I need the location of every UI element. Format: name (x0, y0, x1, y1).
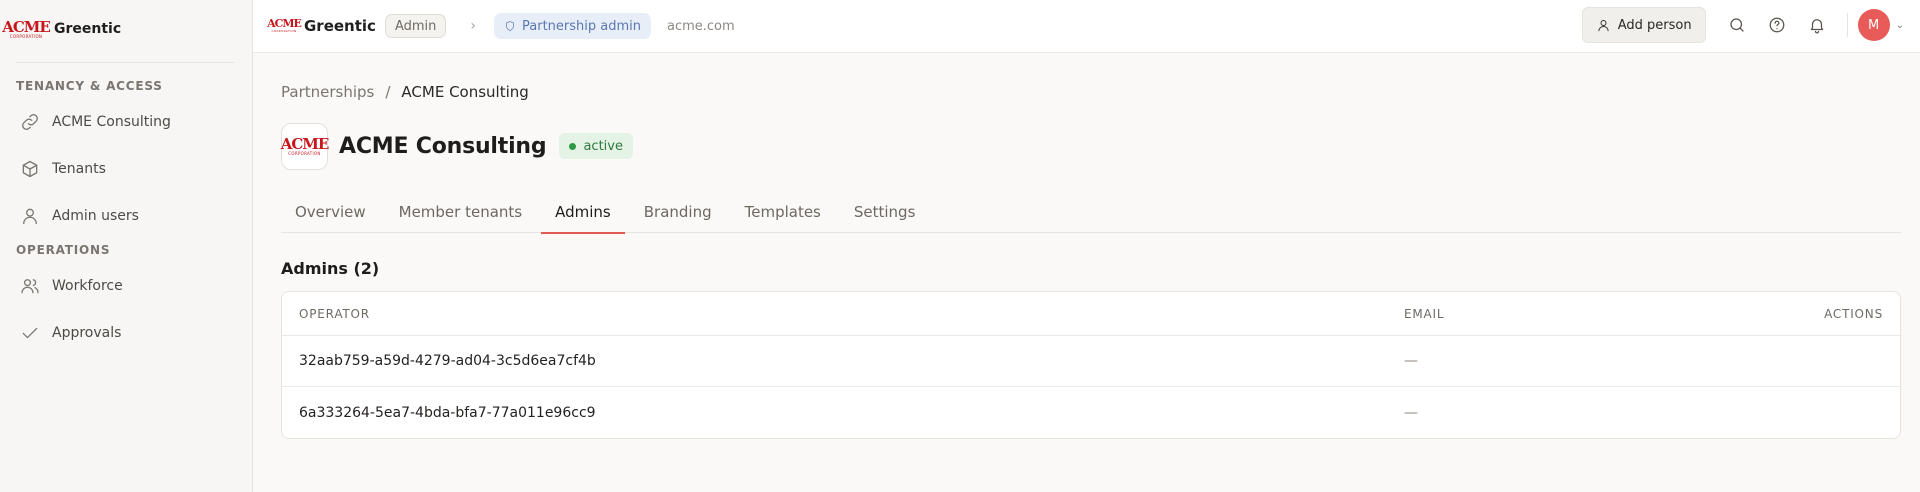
sidebar-item-label: Tenants (52, 161, 106, 177)
notifications-button[interactable] (1797, 7, 1837, 43)
users-icon (21, 279, 39, 294)
table-header: OPERATOR EMAIL ACTIONS (282, 292, 1900, 336)
shield-icon (506, 21, 514, 31)
search-button[interactable] (1717, 7, 1757, 43)
acme-logo: ACME CORPORATION (280, 134, 330, 156)
tab-settings[interactable]: Settings (840, 190, 930, 233)
partnership-admin-label: Partnership admin (522, 18, 641, 34)
avatar[interactable]: M (1857, 9, 1890, 41)
sidebar-brand[interactable]: ACME CORPORATION Greentic (0, 0, 252, 58)
bell-icon (1810, 19, 1823, 34)
tabs: Overview Member tenants Admins Branding … (281, 190, 1901, 234)
column-header-actions: ACTIONS (1824, 306, 1883, 321)
acme-logo: ACME CORPORATION (2, 17, 51, 39)
email-cell: — (1404, 404, 1418, 421)
topbar-divider (1846, 13, 1848, 37)
status-dot-icon (569, 142, 577, 150)
status-badge: active (559, 133, 633, 159)
sidebar-item-label: Admin users (52, 208, 139, 224)
table-row[interactable]: 32aab759-a59d-4279-ad04-3c5d6ea7cf4b — (282, 336, 1900, 387)
acme-logo: ACME CORPORATION (267, 17, 302, 33)
sidebar-item-admin-users[interactable]: Admin users (0, 196, 244, 236)
top-brand[interactable]: ACME CORPORATION Greentic (267, 17, 376, 35)
cube-icon (22, 160, 38, 178)
top-brand-name: Greentic (304, 17, 376, 35)
admins-section-title: Admins (2) (281, 259, 380, 278)
sidebar-item-approvals[interactable]: Approvals (0, 313, 244, 353)
sidebar-item-tenants[interactable]: Tenants (0, 149, 244, 189)
admins-table: OPERATOR EMAIL ACTIONS 32aab759-a59d-427… (281, 291, 1901, 439)
link-icon (22, 114, 38, 130)
check-icon (22, 327, 38, 339)
tab-templates[interactable]: Templates (731, 190, 835, 233)
partnership-admin-chip[interactable]: Partnership admin (494, 13, 651, 39)
user-icon (23, 208, 37, 225)
page-title: ACME Consulting (339, 133, 547, 159)
chevron-right-icon: › (470, 18, 476, 34)
user-icon (1598, 19, 1609, 31)
brand-name: Greentic (54, 21, 122, 37)
sidebar-item-workforce[interactable]: Workforce (0, 266, 244, 306)
sidebar-divider (16, 62, 234, 63)
main-content: Partnerships / ACME Consulting ACME CORP… (281, 53, 1901, 439)
tab-branding[interactable]: Branding (630, 190, 726, 233)
column-header-email: EMAIL (1404, 306, 1445, 321)
breadcrumb-current: ACME Consulting (401, 83, 529, 101)
sidebar-item-label: Approvals (52, 325, 122, 341)
domain-label: acme.com (667, 18, 735, 34)
chevron-down-icon[interactable]: ⌄ (1896, 20, 1904, 31)
partnership-logo: ACME CORPORATION (280, 122, 330, 170)
section-label-tenancy: TENANCY & ACCESS (16, 79, 163, 93)
status-label: active (583, 138, 623, 154)
admin-chip: Admin (384, 14, 447, 38)
top-actions: Add person M ⌄ (1581, 7, 1904, 43)
tab-admins[interactable]: Admins (541, 190, 625, 234)
sidebar-item-label: Workforce (52, 278, 123, 294)
operator-cell: 32aab759-a59d-4279-ad04-3c5d6ea7cf4b (299, 353, 596, 369)
tab-overview[interactable]: Overview (281, 190, 380, 233)
column-header-operator: OPERATOR (299, 306, 370, 321)
help-icon (1769, 17, 1784, 33)
search-icon (1729, 18, 1744, 32)
sidebar: ACME CORPORATION Greentic TENANCY & ACCE… (0, 0, 253, 492)
breadcrumb: Partnerships / ACME Consulting (281, 83, 1901, 101)
add-person-label: Add person (1617, 17, 1692, 33)
sidebar-item-acme-consulting[interactable]: ACME Consulting (0, 102, 244, 142)
email-cell: — (1404, 353, 1418, 369)
operator-cell: 6a333264-5ea7-4bda-bfa7-77a011e96cc9 (299, 404, 596, 421)
sidebar-item-label: ACME Consulting (52, 114, 171, 130)
breadcrumb-partnerships[interactable]: Partnerships (281, 83, 374, 101)
add-person-button[interactable]: Add person (1581, 7, 1706, 43)
tab-member-tenants[interactable]: Member tenants (385, 190, 536, 233)
table-row[interactable]: 6a333264-5ea7-4bda-bfa7-77a011e96cc9 — (282, 387, 1900, 438)
top-bar: ACME CORPORATION Greentic Admin › Partne… (253, 0, 1920, 53)
help-button[interactable] (1757, 7, 1797, 43)
breadcrumb-separator: / (385, 83, 391, 101)
section-label-operations: OPERATIONS (16, 243, 111, 257)
page-header: ACME CORPORATION ACME Consulting active (281, 122, 1901, 170)
